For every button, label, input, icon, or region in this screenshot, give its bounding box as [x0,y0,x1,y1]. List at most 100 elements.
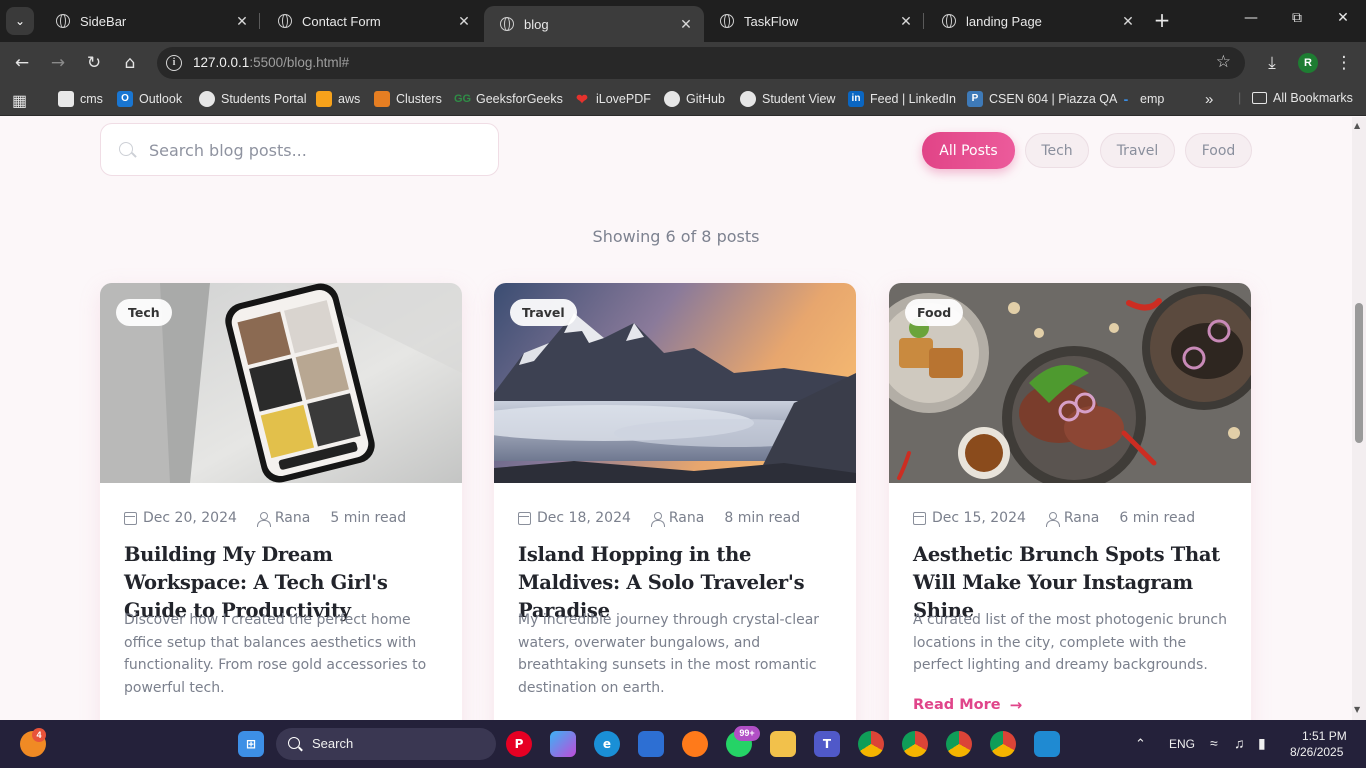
back-arrow-icon[interactable]: ← [11,52,33,74]
chrome-active-icon[interactable] [902,731,928,757]
post-excerpt: A curated list of the most photogenic br… [913,612,1227,673]
file-explorer-icon[interactable] [770,731,796,757]
bookmark-star-icon[interactable]: ☆ [1216,52,1231,72]
blog-card[interactable]: Travel Dec 18, 2024 Rana 8 min read Isla… [494,283,856,720]
more-menu-icon[interactable]: ⋮ [1333,52,1355,74]
notification-count-badge: 4 [32,728,46,742]
browser-toolbar: ← → ↻ ⌂ i 127.0.0.1:5500/blog.html# ☆ ⤓ … [0,42,1366,84]
bookmark-geeksforgeeks[interactable]: GG GeeksforGeeks [454,91,563,107]
battery-icon[interactable]: ▮ [1258,735,1266,752]
globe-icon [278,14,292,28]
new-tab-button[interactable]: + [1151,9,1173,31]
category-badge: Travel [510,299,577,326]
chrome-icon[interactable] [858,731,884,757]
bookmark-github[interactable]: GitHub [664,91,725,107]
url-text[interactable]: 127.0.0.1:5500/blog.html# [193,55,349,70]
bookmark-aws[interactable]: aws [316,91,360,107]
windows-start-icon[interactable]: ⊞ [238,731,264,757]
post-image-phone[interactable]: Tech [100,283,462,483]
tab-title: landing Page [966,13,1042,29]
clock-date[interactable]: 8/26/2025 [1290,745,1343,759]
bookmark-students-portal[interactable]: Students Portal [199,91,306,107]
more-bookmarks-chevron-icon[interactable]: » [1205,91,1213,108]
close-window-button[interactable]: ✕ [1332,10,1354,26]
all-bookmarks-folder[interactable]: All Bookmarks [1252,91,1353,105]
post-date: Dec 18, 2024 [537,510,631,526]
close-icon[interactable]: ✕ [898,13,914,30]
tab-blog[interactable]: blog ✕ [484,6,704,42]
bookmark-outlook[interactable]: O Outlook [117,91,182,107]
close-icon[interactable]: ✕ [234,13,250,30]
post-image-mountains[interactable]: Travel [494,283,856,483]
store-icon[interactable] [638,731,664,757]
firefox-icon[interactable] [682,731,708,757]
clock-time[interactable]: 1:51 PM [1302,729,1347,743]
bookmark-ilovepdf[interactable]: ❤ iLovePDF [574,91,651,107]
read-time: 6 min read [1119,510,1196,526]
vscode-icon[interactable] [1034,731,1060,757]
tab-search-button[interactable]: ⌄ [6,7,34,35]
close-icon[interactable]: ✕ [456,13,472,30]
language-indicator[interactable]: ENG [1169,737,1195,751]
filter-tech[interactable]: Tech [1025,133,1089,168]
edge-icon[interactable]: e [594,731,620,757]
bookmark-piazza[interactable]: P CSEN 604 | Piazza QA [967,91,1117,107]
tray-chevron-up-icon[interactable]: ⌃ [1135,736,1146,752]
tab-contact-form[interactable]: Contact Form ✕ [262,6,482,36]
globe-icon [740,91,756,107]
wifi-icon[interactable]: ≈ [1210,735,1218,751]
close-icon[interactable]: ✕ [678,16,694,33]
taskbar-search[interactable]: Search [276,728,496,760]
post-date: Dec 20, 2024 [143,510,237,526]
scrollbar-thumb[interactable] [1355,303,1363,443]
chrome-profile-icon[interactable] [946,731,972,757]
scroll-down-arrow-icon[interactable]: ▼ [1354,705,1360,714]
arrow-right-icon: → [1009,696,1023,714]
filter-food[interactable]: Food [1185,133,1252,168]
filter-all-posts[interactable]: All Posts [922,132,1015,169]
blog-search-input[interactable] [149,136,479,164]
read-more-link[interactable]: Read More → [913,696,1022,714]
bookmarks-bar: ▦ cms O Outlook Students Portal aws Clust… [0,84,1366,116]
filter-travel[interactable]: Travel [1100,133,1175,168]
apps-grid-icon[interactable]: ▦ [12,91,27,111]
bookmark-linkedin[interactable]: in Feed | LinkedIn [848,91,956,107]
post-excerpt: Discover how I created the perfect home … [124,612,427,696]
post-meta: Dec 15, 2024 Rana 6 min read [913,510,1196,527]
tab-sidebar[interactable]: SideBar ✕ [40,6,260,36]
scroll-up-arrow-icon[interactable]: ▲ [1354,121,1360,130]
close-icon[interactable]: ✕ [1120,13,1136,30]
volume-icon[interactable]: ♫ [1234,735,1245,751]
copilot-icon[interactable] [550,731,576,757]
restore-button[interactable]: ⧉ [1286,10,1308,26]
search-icon [119,142,133,156]
blog-search-box[interactable] [100,123,499,176]
bookmark-emp[interactable]: - emp [1118,91,1165,107]
home-icon[interactable]: ⌂ [119,52,141,74]
pinterest-icon[interactable]: P [506,731,532,757]
address-bar[interactable]: i 127.0.0.1:5500/blog.html# ☆ [157,47,1245,79]
read-more-label: Read More [913,697,1001,713]
site-info-icon[interactable]: i [166,55,182,71]
user-icon [1045,511,1060,527]
tab-title: blog [524,16,549,32]
post-image-brunch[interactable]: Food [889,283,1251,483]
reload-icon[interactable]: ↻ [83,52,105,74]
tab-landing-page[interactable]: landing Page ✕ [926,6,1146,36]
tab-taskflow[interactable]: TaskFlow ✕ [704,6,924,36]
blog-card[interactable]: Food Dec 15, 2024 Rana 6 min read Aesthe… [889,283,1251,720]
profile-avatar[interactable]: R [1298,53,1318,73]
bookmark-cms[interactable]: cms [58,91,103,107]
teams-icon[interactable]: T [814,731,840,757]
chrome-profile-2-icon[interactable] [990,731,1016,757]
blog-card[interactable]: Tech Dec 20, 2024 Rana 5 min read Buildi… [100,283,462,720]
user-icon [650,511,665,527]
bookmark-clusters[interactable]: Clusters [374,91,442,107]
minimize-button[interactable]: — [1240,10,1262,26]
post-author: Rana [1063,510,1100,526]
read-time: 8 min read [724,510,801,526]
forward-arrow-icon[interactable]: → [47,52,69,74]
download-icon[interactable]: ⤓ [1261,52,1283,74]
page-scrollbar[interactable]: ▲ ▼ [1352,117,1366,720]
bookmark-student-view[interactable]: Student View [740,91,835,107]
